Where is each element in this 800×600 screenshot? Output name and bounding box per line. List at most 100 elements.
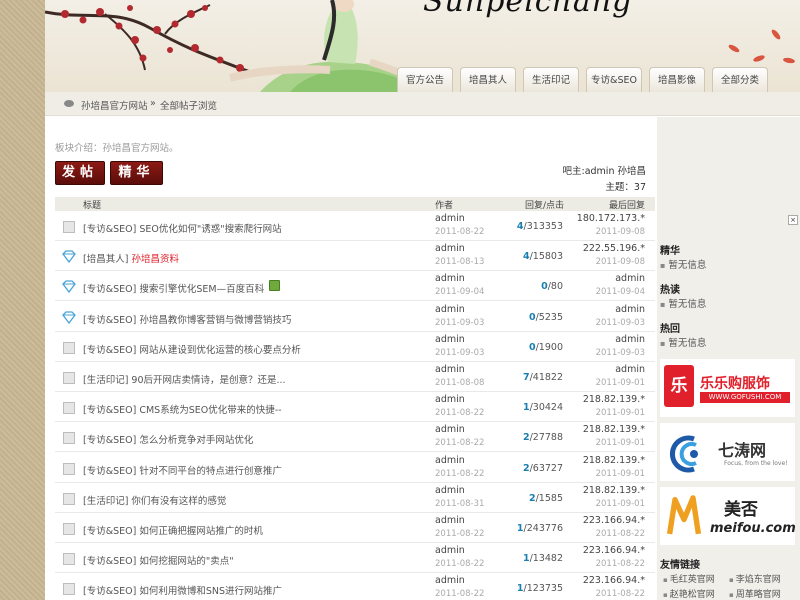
last-reply-user[interactable]: 218.82.139.* xyxy=(583,455,645,466)
thread-title[interactable]: [培昌其人] 孙培昌资料 xyxy=(83,251,179,265)
nav-tab-about[interactable]: 培昌其人 xyxy=(460,67,516,92)
sidebar: × 精华 暂无信息 热读 暂无信息 热回 暂无信息 乐 乐乐购服饰 WWW.GO… xyxy=(657,117,800,600)
thread-author[interactable]: admin xyxy=(435,304,465,315)
last-reply-date: 2011-09-08 xyxy=(595,257,645,268)
petal-decoration xyxy=(782,56,796,65)
reply-number: 1 xyxy=(522,553,530,565)
thread-author[interactable]: admin xyxy=(435,545,465,556)
meifou-logo-icon xyxy=(666,495,702,535)
thread-title[interactable]: [专访&SEO] 如何正确把握网站推广的时机 xyxy=(83,523,263,537)
friend-link[interactable]: 毛红英官网 xyxy=(663,572,715,585)
table-row[interactable]: [专访&SEO] 如何挖掘网站的"卖点" admin 2011-08-22 1/134… xyxy=(55,543,655,574)
thread-title[interactable]: [专访&SEO] 孙培昌教你博客营销与微博营销技巧 xyxy=(83,312,291,326)
last-reply-user[interactable]: 218.82.139.* xyxy=(583,394,645,405)
table-row[interactable]: [专访&SEO] 怎么分析竞争对手网站优化 admin 2011-08-22 2/27… xyxy=(55,422,655,453)
ad-lelego[interactable]: 乐 乐乐购服饰 WWW.GOFUSHI.COM xyxy=(660,359,795,417)
last-reply-user[interactable]: 180.172.173.* xyxy=(577,213,645,224)
last-reply-user[interactable]: 218.82.139.* xyxy=(583,485,645,496)
ad-qitao[interactable]: 七涛网 Focus, from the love! xyxy=(660,423,795,481)
thread-date: 2011-08-22 xyxy=(435,468,485,479)
table-row[interactable]: [专访&SEO] 如何利用微博和SNS进行网站推广 admin 2011-08-22… xyxy=(55,573,655,600)
friend-link[interactable]: 赵艳松官网 xyxy=(663,587,715,600)
thread-author[interactable]: admin xyxy=(435,273,465,284)
wave-logo-icon xyxy=(670,435,698,473)
thread-title[interactable]: [生活印记] 你们有没有这样的感觉 xyxy=(83,493,226,507)
table-row[interactable]: [专访&SEO] 针对不同平台的特点进行创意推广 admin 2011-08-22 2… xyxy=(55,453,655,483)
new-post-button[interactable]: 发帖 xyxy=(55,161,105,185)
digest-button[interactable]: 精华 xyxy=(110,161,163,185)
thread-title[interactable]: [专访&SEO] 搜索引擎优化SEM—百度百科 xyxy=(83,281,264,295)
table-row[interactable]: [专访&SEO] 网站从建设到优化运营的核心要点分析 admin 2011-09-0… xyxy=(55,332,655,362)
thread-author[interactable]: admin xyxy=(435,515,465,526)
last-reply-user[interactable]: admin xyxy=(615,273,645,284)
view-number: /1585 xyxy=(535,492,563,504)
thread-title[interactable]: [专访&SEO] CMS系统为SEO优化带来的快捷-- xyxy=(83,402,282,416)
last-reply-date: 2011-09-01 xyxy=(595,438,645,449)
last-reply-user[interactable]: 223.166.94.* xyxy=(583,575,645,586)
last-reply-user[interactable]: 222.55.196.* xyxy=(583,243,645,254)
nav-tab-life[interactable]: 生活印记 xyxy=(523,67,579,92)
petal-decoration xyxy=(752,54,766,63)
table-row[interactable]: [专访&SEO] SEO优化如何"诱惑"搜索爬行网站 admin 2011-08-2… xyxy=(55,211,655,241)
thread-author[interactable]: admin xyxy=(435,364,465,375)
thread-author[interactable]: admin xyxy=(435,424,465,435)
thread-author[interactable]: admin xyxy=(435,455,465,466)
reply-count: 1/30424 xyxy=(523,402,563,413)
thread-author[interactable]: admin xyxy=(435,213,465,224)
thread-title[interactable]: [专访&SEO] 如何利用微博和SNS进行网站推广 xyxy=(83,583,282,597)
thread-author[interactable]: admin xyxy=(435,485,465,496)
thread-author[interactable]: admin xyxy=(435,243,465,254)
petal-decoration xyxy=(727,43,741,54)
last-reply-date: 2011-08-22 xyxy=(595,589,645,600)
last-reply-user[interactable]: admin xyxy=(615,304,645,315)
thread-title[interactable]: [专访&SEO] 网站从建设到优化运营的核心要点分析 xyxy=(83,342,301,356)
thread-date: 2011-08-08 xyxy=(435,378,485,388)
table-row[interactable]: [专访&SEO] CMS系统为SEO优化带来的快捷-- admin 2011-08-… xyxy=(55,392,655,423)
last-reply-user[interactable]: 218.82.139.* xyxy=(583,424,645,435)
thread-title[interactable]: [专访&SEO] 怎么分析竞争对手网站优化 xyxy=(83,432,253,446)
document-icon xyxy=(63,583,75,596)
last-reply-user[interactable]: admin xyxy=(615,364,645,375)
table-row[interactable]: [生活印记] 你们有没有这样的感觉 admin 2011-08-31 2/1585 21… xyxy=(55,483,655,513)
view-number: /30424 xyxy=(529,402,563,414)
friend-link[interactable]: 周革略官网 xyxy=(729,587,781,600)
table-row[interactable]: [培昌其人] 孙培昌资料 admin 2011-08-13 4/15803 222.55… xyxy=(55,241,655,272)
document-icon xyxy=(63,523,75,535)
view-number: /123735 xyxy=(523,583,563,595)
thread-author[interactable]: admin xyxy=(435,334,465,345)
reply-number: 4 xyxy=(522,251,530,263)
close-icon[interactable]: × xyxy=(788,215,798,225)
document-icon xyxy=(63,553,75,566)
last-reply-user[interactable]: 223.166.94.* xyxy=(583,515,645,526)
thread-date: 2011-08-22 xyxy=(435,438,485,449)
site-logo[interactable]: Sunpeichang xyxy=(423,0,632,19)
table-row[interactable]: [专访&SEO] 如何正确把握网站推广的时机 admin 2011-08-22 1/2… xyxy=(55,513,655,543)
table-header: 标题 作者 回复/点击 最后回复 xyxy=(55,197,655,211)
table-row[interactable]: [专访&SEO] 搜索引擎优化SEM—百度百科 admin 2011-09-04 0/… xyxy=(55,271,655,302)
nav-tab-announcements[interactable]: 官方公告 xyxy=(397,67,453,92)
column-header-author: 作者 xyxy=(435,201,454,211)
breadcrumb-current: 全部帖子浏览 xyxy=(160,101,218,112)
thread-date: 2011-08-31 xyxy=(435,498,485,509)
view-number: /27788 xyxy=(529,432,563,444)
friend-link[interactable]: 李焰东官网 xyxy=(729,572,781,585)
nav-tab-seo[interactable]: 专访&SEO xyxy=(586,67,642,92)
document-icon xyxy=(63,341,75,354)
thread-author[interactable]: admin xyxy=(435,394,465,405)
ad-meifou[interactable]: 美否 meifou.com xyxy=(660,487,796,545)
thread-title[interactable]: [专访&SEO] 针对不同平台的特点进行创意推广 xyxy=(83,463,282,477)
breadcrumb-home[interactable]: 孙培昌官方网站 xyxy=(81,98,148,112)
table-row[interactable]: [生活印记] 90后开网店卖情诗，是创意？还是... admin 2011-08-0… xyxy=(55,362,655,392)
last-reply-user[interactable]: 223.166.94.* xyxy=(583,545,645,556)
reply-number: 2 xyxy=(522,462,530,474)
nav-tab-all[interactable]: 全部分类 xyxy=(712,67,768,92)
table-row[interactable]: [专访&SEO] 孙培昌教你博客营销与微博营销技巧 admin 2011-09-03… xyxy=(55,302,655,332)
thread-title[interactable]: [专访&SEO] SEO优化如何"诱惑"搜索爬行网站 xyxy=(83,221,282,235)
thread-title[interactable]: [生活印记] 90后开网店卖情诗，是创意？还是... xyxy=(83,372,286,386)
main-content: 板块介绍：孙培昌官方网站。 发帖 精华 吧主:admin 孙培昌 主题：37 标… xyxy=(45,117,657,600)
last-reply-user[interactable]: admin xyxy=(615,334,645,345)
thread-title[interactable]: [专访&SEO] 如何挖掘网站的"卖点" xyxy=(83,553,234,567)
nav-tab-gallery[interactable]: 培昌影像 xyxy=(649,67,705,92)
petal-decoration xyxy=(770,28,782,41)
thread-author[interactable]: admin xyxy=(435,575,465,586)
